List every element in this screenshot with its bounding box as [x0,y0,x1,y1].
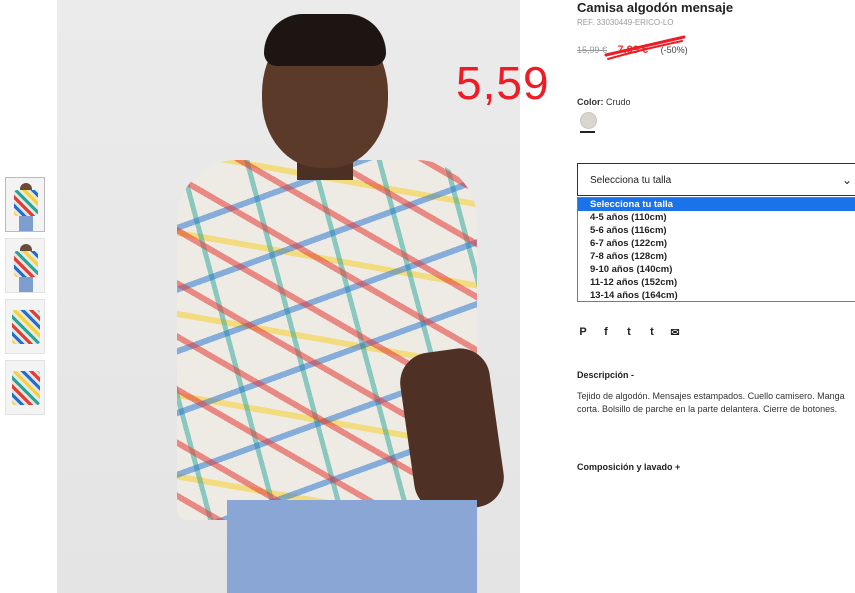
sale-price: 7,99 € [617,44,649,56]
thumbnail-shirt [14,190,38,216]
share-icons: P f t t ✉ [577,326,681,339]
discount-badge: (-50%) [660,45,688,55]
swatch-selected-indicator [580,131,595,133]
size-option[interactable]: 7-8 años (128cm) [578,250,855,263]
size-option[interactable]: 9-10 años (140cm) [578,263,855,276]
thumbnail-gallery [5,177,45,421]
facebook-icon[interactable]: f [600,326,612,339]
description-toggle[interactable]: Descripción - [577,370,634,380]
thumbnail-1[interactable] [5,177,45,232]
color-swatch-crudo[interactable] [580,112,597,129]
model-jeans [227,500,477,593]
email-icon[interactable]: ✉ [669,326,681,339]
description-text: Tejido de algodón. Mensajes estampados. … [577,391,845,414]
product-reference: REF. 33030449-ERICO-LO [577,18,674,27]
thumbnail-2[interactable] [5,238,45,293]
product-main-image[interactable] [57,0,520,593]
size-dropdown-list: Selecciona tu talla 4-5 años (110cm) 5-6… [577,197,855,302]
old-price: 15,99 € [577,45,608,55]
thumbnail-shirt [12,371,40,405]
thumbnail-4[interactable] [5,360,45,415]
size-option[interactable]: 5-6 años (116cm) [578,224,855,237]
composition-toggle[interactable]: Composición y lavado + [577,462,680,472]
color-label-key: Color: [577,97,604,107]
price-row: 15,99 € 7,99 € (-50%) [577,44,688,56]
color-value: Crudo [606,97,631,107]
pinterest-icon[interactable]: P [577,326,589,339]
thumbnail-legs [19,216,33,231]
chevron-down-icon: ⌄ [842,173,853,187]
product-title: Camisa algodón mensaje [577,0,734,15]
model-hair [264,14,386,66]
thumbnail-3[interactable] [5,299,45,354]
color-label: Color: Crudo [577,97,631,107]
thumbnail-legs [19,277,33,292]
size-option[interactable]: 11-12 años (152cm) [578,276,855,289]
size-select-value: Selecciona tu talla [590,175,672,186]
size-option[interactable]: Selecciona tu talla [578,198,855,211]
size-option[interactable]: 13-14 años (164cm) [578,289,855,302]
size-option[interactable]: 4-5 años (110cm) [578,211,855,224]
thumbnail-shirt [14,251,38,277]
size-select[interactable]: Selecciona tu talla ⌄ [577,163,855,196]
size-option[interactable]: 6-7 años (122cm) [578,237,855,250]
tumblr-icon[interactable]: t [646,326,658,339]
thumbnail-shirt [12,310,40,344]
handwritten-price-annotation: 5,59 [456,57,550,109]
twitter-icon[interactable]: t [623,326,635,339]
